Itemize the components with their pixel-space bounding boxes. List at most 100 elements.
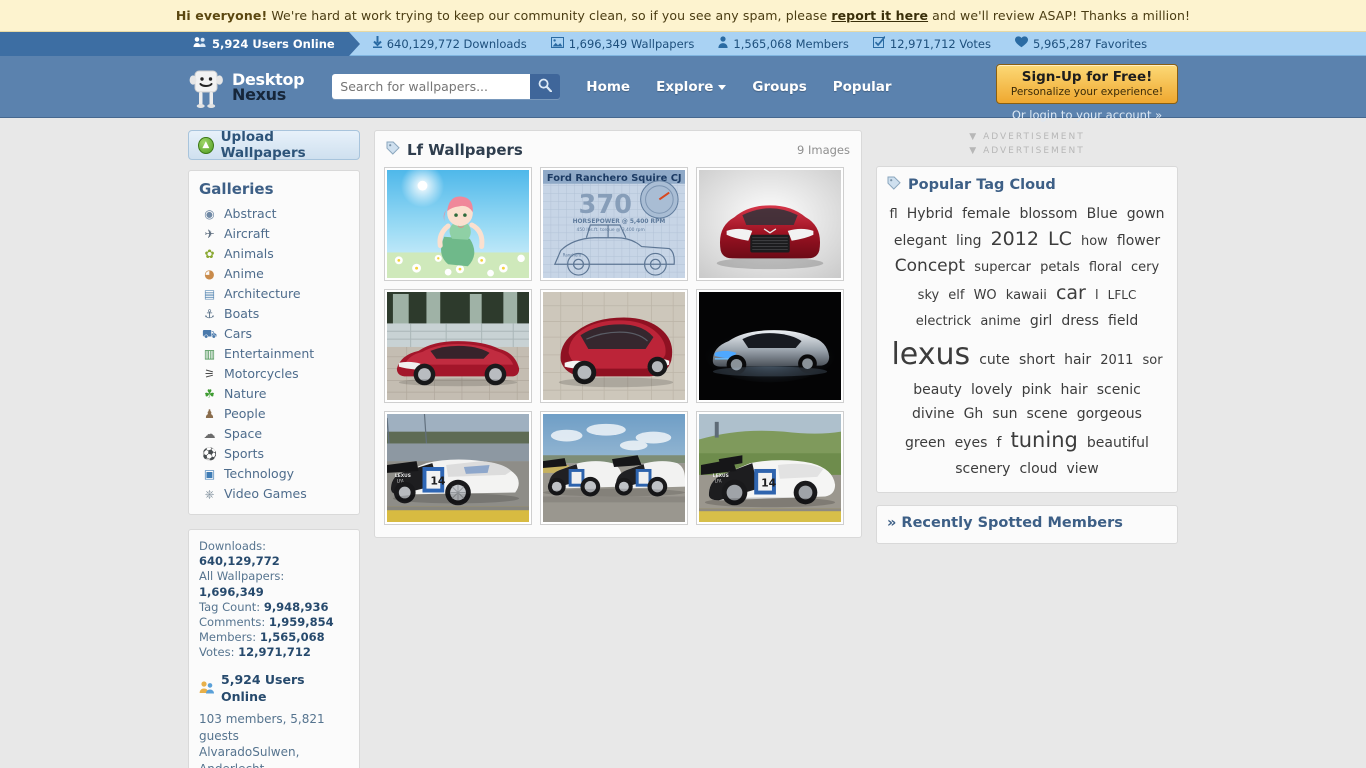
tag-gorgeous[interactable]: gorgeous — [1077, 406, 1142, 422]
nav-item-explore[interactable]: Explore — [656, 79, 727, 95]
tag-cery[interactable]: cery — [1131, 260, 1159, 275]
tag-blue[interactable]: Blue — [1087, 206, 1118, 222]
tag-car[interactable]: car — [1056, 282, 1086, 304]
tag-beauty[interactable]: beauty — [913, 382, 962, 398]
sidebar-item-technology[interactable]: ▣ Technology — [199, 464, 349, 484]
tag-tuning[interactable]: tuning — [1011, 428, 1078, 452]
tag-divine[interactable]: divine — [912, 406, 954, 422]
tag-supercar[interactable]: supercar — [974, 260, 1031, 275]
tag-hair[interactable]: hair — [1061, 382, 1088, 398]
thumbnail-lexus-race-cars-pair[interactable] — [540, 411, 688, 525]
tag-how[interactable]: how — [1081, 234, 1108, 249]
thumbnail-red-lexus-lf-lc-side[interactable] — [384, 289, 532, 403]
tag-eyes[interactable]: eyes — [955, 435, 988, 451]
tag-l[interactable]: l — [1095, 288, 1099, 303]
sidebar-item-anime[interactable]: ◕ Anime — [199, 264, 349, 284]
signup-button[interactable]: Sign-Up for Free! Personalize your exper… — [996, 63, 1178, 104]
tag-beautiful[interactable]: beautiful — [1087, 435, 1149, 451]
sidebar-label-abstract: Abstract — [224, 206, 277, 221]
online-member-names[interactable]: AlvaradoSulwen, Anderlecht, artinconstru… — [199, 744, 349, 768]
sidebar-item-abstract[interactable]: ◉ Abstract — [199, 204, 349, 224]
stat-wallpapers[interactable]: 1,696,349 Wallpapers — [550, 37, 694, 51]
search-input[interactable] — [332, 74, 531, 99]
sidebar-item-sports[interactable]: ⚽ Sports — [199, 444, 349, 464]
sidebar-item-motorcycles[interactable]: ⚞ Motorcycles — [199, 364, 349, 384]
tag-elf[interactable]: elf — [948, 288, 964, 303]
tag-elegant[interactable]: elegant — [894, 233, 947, 249]
nav-item-popular[interactable]: Popular — [833, 79, 892, 95]
tag-kawaii[interactable]: kawaii — [1006, 288, 1047, 303]
tag-scenic[interactable]: scenic — [1097, 382, 1141, 398]
tag-scenery[interactable]: scenery — [955, 461, 1010, 477]
sidebar-item-cars[interactable]: ⛟ Cars — [199, 324, 349, 344]
tag-2011[interactable]: 2011 — [1100, 353, 1133, 368]
tag-sun[interactable]: sun — [992, 406, 1017, 422]
tag-fl[interactable]: fl — [889, 207, 897, 222]
tag-short[interactable]: short — [1019, 352, 1055, 368]
thumbnail-ford-ranchero-squire-cj-blueprint[interactable]: Ford Ranchero Squire CJ 370 HORSEPOWER @… — [540, 167, 688, 281]
upload-wallpapers-button[interactable]: ▲ Upload Wallpapers — [188, 129, 360, 161]
tag-green[interactable]: green — [905, 435, 945, 451]
tag-flower[interactable]: flower — [1117, 233, 1160, 249]
tag-field[interactable]: field — [1108, 313, 1138, 329]
stat-downloads[interactable]: 640,129,772 Downloads — [372, 36, 527, 51]
tag-dress[interactable]: dress — [1061, 313, 1099, 329]
tag-floral[interactable]: floral — [1089, 260, 1122, 275]
ad-label-text-2: ADVERTISEMENT — [983, 146, 1085, 156]
search-box[interactable] — [332, 74, 561, 99]
sidebar-item-space[interactable]: ☁ Space — [199, 424, 349, 444]
tag-blossom[interactable]: blossom — [1019, 206, 1077, 222]
nav-item-home[interactable]: Home — [586, 79, 630, 95]
tag-lexus[interactable]: lexus — [891, 337, 970, 372]
tag-anime[interactable]: anime — [980, 314, 1020, 329]
recently-spotted-members-title[interactable]: » Recently Spotted Members — [887, 515, 1167, 531]
tag-sky[interactable]: sky — [918, 288, 940, 303]
report-spam-link[interactable]: report it here — [831, 8, 928, 23]
sidebar-item-animals[interactable]: ✿ Animals — [199, 244, 349, 264]
stat-members[interactable]: 1,565,068 Members — [718, 36, 849, 51]
search-button[interactable] — [530, 74, 561, 99]
stat-favorites[interactable]: 5,965,287 Favorites — [1014, 36, 1147, 51]
tag-cute[interactable]: cute — [979, 352, 1010, 368]
tag-sor[interactable]: sor — [1142, 353, 1162, 368]
sidebar-item-boats[interactable]: ⚓ Boats — [199, 304, 349, 324]
users-online-badge[interactable]: 5,924 Users Online — [0, 31, 360, 56]
tag-view[interactable]: view — [1067, 461, 1099, 477]
tag-f[interactable]: f — [996, 435, 1001, 451]
thumbnail-lexus-race-car-track[interactable]: 14 LEXUS LFA — [696, 411, 844, 525]
tag-cloud[interactable]: cloud — [1019, 461, 1057, 477]
tag-gown[interactable]: gown — [1127, 206, 1165, 222]
stat-votes[interactable]: 12,971,712 Votes — [872, 36, 991, 51]
thumbnail-silver-lexus-lf-gh-dark[interactable] — [696, 289, 844, 403]
tag-scene[interactable]: scene — [1027, 406, 1068, 422]
tag-hair[interactable]: hair — [1064, 352, 1091, 368]
tag-ling[interactable]: ling — [956, 233, 982, 249]
tag-lflc[interactable]: LFLC — [1108, 288, 1137, 302]
sidebar-item-entertainment[interactable]: ▥ Entertainment — [199, 344, 349, 364]
tag-girl[interactable]: girl — [1030, 313, 1052, 329]
announcement-tail: and we'll review ASAP! Thanks a million! — [928, 8, 1191, 23]
tag-wo[interactable]: WO — [974, 288, 997, 303]
sidebar-item-people[interactable]: ♟ People — [199, 404, 349, 424]
tag-petals[interactable]: petals — [1040, 260, 1080, 275]
thumbnail-anime-girl-green-dress[interactable] — [384, 167, 532, 281]
tag-lc[interactable]: LC — [1048, 228, 1072, 250]
sidebar-item-nature[interactable]: ☘ Nature — [199, 384, 349, 404]
tag-pink[interactable]: pink — [1022, 382, 1052, 398]
nav-item-groups[interactable]: Groups — [752, 79, 806, 95]
sidebar-item-architecture[interactable]: ▤ Architecture — [199, 284, 349, 304]
thumbnail-red-lexus-lf-lc-front[interactable] — [696, 167, 844, 281]
thumbnail-lexus-lfa-race-car-pit[interactable]: 14 LEXUS LFA — [384, 411, 532, 525]
tag-hybrid[interactable]: Hybrid — [907, 206, 953, 222]
thumbnail-red-lexus-lf-lc-rear-top[interactable] — [540, 289, 688, 403]
tag-2012[interactable]: 2012 — [991, 228, 1039, 250]
tag-electrick[interactable]: electrick — [916, 314, 972, 329]
sidebar-item-aircraft[interactable]: ✈ Aircraft — [199, 224, 349, 244]
tag-lovely[interactable]: lovely — [971, 382, 1013, 398]
tag-concept[interactable]: Concept — [895, 256, 965, 276]
site-logo[interactable]: Desktop Nexus — [188, 67, 305, 108]
tag-gh[interactable]: Gh — [964, 406, 984, 422]
tag-female[interactable]: female — [962, 206, 1010, 222]
people-icon — [193, 36, 207, 51]
sidebar-item-video-games[interactable]: ⎈ Video Games — [199, 484, 349, 504]
